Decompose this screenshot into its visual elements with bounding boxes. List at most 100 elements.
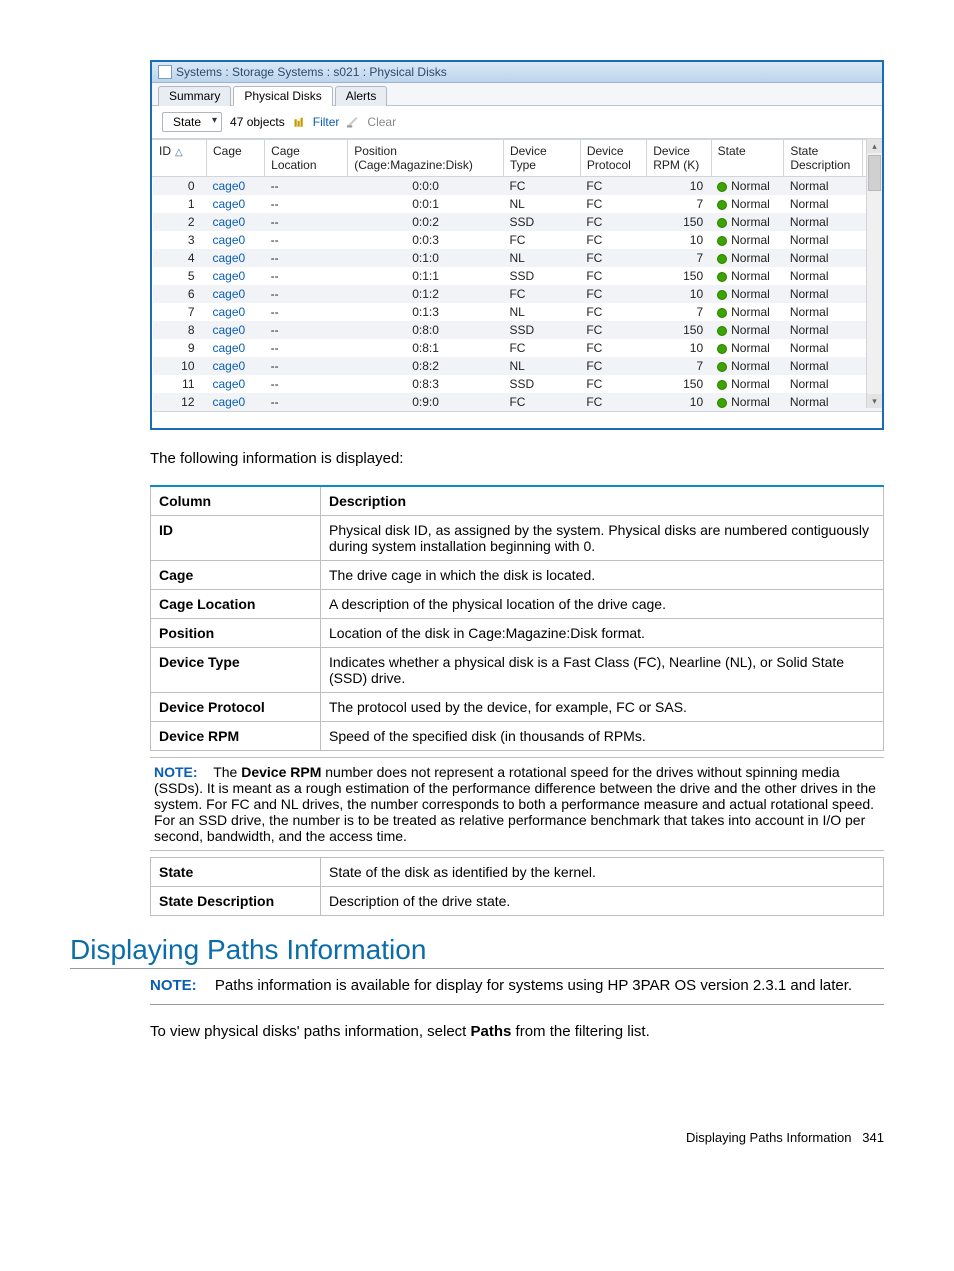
cell-state-desc: Normal [784,321,863,339]
table-row[interactable]: 5cage0--0:1:1SSDFC150NormalNormal [153,267,882,285]
tab-summary[interactable]: Summary [158,86,231,106]
tab-bar: Summary Physical Disks Alerts [152,83,882,106]
cell-state-desc: Normal [784,303,863,321]
cell-id: 0 [153,177,207,196]
table-row[interactable]: 3cage0--0:0:3FCFC10NormalNormal [153,231,882,249]
cell-device-protocol: FC [580,393,646,412]
cell-cage[interactable]: cage0 [207,339,265,357]
col-id[interactable]: ID△ [153,140,207,177]
table-row[interactable]: 9cage0--0:8:1FCFC10NormalNormal [153,339,882,357]
status-dot-icon [717,344,727,354]
cell-state: Normal [711,303,784,321]
cell-cage[interactable]: cage0 [207,393,265,412]
cell-state-desc: Normal [784,231,863,249]
cell-cage[interactable]: cage0 [207,375,265,393]
col-state[interactable]: State [711,140,784,177]
paths-paragraph: To view physical disks' paths informatio… [150,1023,884,1040]
cell-device-type: SSD [503,267,580,285]
table-row[interactable]: 12cage0--0:9:0FCFC10NormalNormal [153,393,882,412]
cell-device-protocol: FC [580,285,646,303]
cell-id: 9 [153,339,207,357]
cell-cage[interactable]: cage0 [207,249,265,267]
desc-row: State DescriptionDescription of the driv… [151,886,884,915]
object-count: 47 objects [230,115,285,129]
cell-device-rpm: 10 [647,285,711,303]
col-device-protocol[interactable]: Device Protocol [580,140,646,177]
filter-link[interactable]: Filter [313,115,340,129]
cell-cage-location: -- [265,213,348,231]
cell-cage[interactable]: cage0 [207,285,265,303]
table-row[interactable]: 4cage0--0:1:0NLFC7NormalNormal [153,249,882,267]
cell-cage-location: -- [265,195,348,213]
cell-state-desc: Normal [784,375,863,393]
cell-cage[interactable]: cage0 [207,357,265,375]
table-row[interactable]: 10cage0--0:8:2NLFC7NormalNormal [153,357,882,375]
cell-device-protocol: FC [580,339,646,357]
tab-alerts[interactable]: Alerts [335,86,388,106]
cell-device-type: SSD [503,375,580,393]
description-table-2: StateState of the disk as identified by … [150,857,884,916]
para-pre: To view physical disks' paths informatio… [150,1023,471,1040]
cell-id: 6 [153,285,207,303]
col-cage[interactable]: Cage [207,140,265,177]
scrollbar[interactable]: ▴ ▾ [866,139,882,408]
cell-cage[interactable]: cage0 [207,231,265,249]
cell-cage[interactable]: cage0 [207,213,265,231]
tab-physical-disks[interactable]: Physical Disks [233,86,332,106]
table-row[interactable]: 1cage0--0:0:1NLFC7NormalNormal [153,195,882,213]
para-bold: Paths [471,1023,512,1040]
col-device-type[interactable]: Device Type [503,140,580,177]
status-dot-icon [717,398,727,408]
cell-position: 0:8:2 [348,357,504,375]
note-text-bold: Device RPM [241,764,321,780]
note-label: NOTE: [154,764,198,780]
footer-page-number: 341 [862,1130,884,1145]
cell-device-type: NL [503,357,580,375]
cell-device-protocol: FC [580,249,646,267]
cell-cage[interactable]: cage0 [207,177,265,196]
cell-position: 0:0:1 [348,195,504,213]
cell-cage[interactable]: cage0 [207,267,265,285]
cell-device-protocol: FC [580,357,646,375]
cell-state-desc: Normal [784,285,863,303]
cell-device-rpm: 10 [647,231,711,249]
cell-position: 0:0:2 [348,213,504,231]
cell-id: 11 [153,375,207,393]
scroll-down-icon[interactable]: ▾ [867,394,882,408]
table-row[interactable]: 6cage0--0:1:2FCFC10NormalNormal [153,285,882,303]
clear-link[interactable]: Clear [367,115,396,129]
desc-label: Position [151,618,321,647]
scroll-up-icon[interactable]: ▴ [867,139,882,153]
cell-device-type: NL [503,249,580,267]
desc-label: Device RPM [151,721,321,750]
cell-device-protocol: FC [580,303,646,321]
cell-cage[interactable]: cage0 [207,303,265,321]
scroll-thumb[interactable] [868,155,881,191]
col-cage-location[interactable]: Cage Location [265,140,348,177]
cell-device-rpm: 150 [647,321,711,339]
table-row[interactable]: 8cage0--0:8:0SSDFC150NormalNormal [153,321,882,339]
state-dropdown[interactable]: State [162,112,222,132]
table-row[interactable]: 11cage0--0:8:3SSDFC150NormalNormal [153,375,882,393]
filter-bar: State 47 objects Filter Clear [152,106,882,139]
cell-cage[interactable]: cage0 [207,195,265,213]
table-row[interactable]: 7cage0--0:1:3NLFC7NormalNormal [153,303,882,321]
desc-label: State [151,857,321,886]
note-block: NOTE: The Device RPM number does not rep… [150,757,884,851]
cell-device-protocol: FC [580,375,646,393]
col-state-desc[interactable]: State Description [784,140,863,177]
cell-cage-location: -- [265,285,348,303]
cell-cage[interactable]: cage0 [207,321,265,339]
cell-id: 3 [153,231,207,249]
col-position[interactable]: Position(Cage:Magazine:Disk) [348,140,504,177]
cell-position: 0:1:0 [348,249,504,267]
intro-text: The following information is displayed: [150,450,884,467]
desc-row: IDPhysical disk ID, as assigned by the s… [151,515,884,560]
col-device-rpm[interactable]: Device RPM (K) [647,140,711,177]
table-row[interactable]: 2cage0--0:0:2SSDFC150NormalNormal [153,213,882,231]
desc-label: Device Type [151,647,321,692]
status-dot-icon [717,290,727,300]
cell-state: Normal [711,267,784,285]
status-dot-icon [717,236,727,246]
table-row[interactable]: 0cage0--0:0:0FCFC10NormalNormal [153,177,882,196]
